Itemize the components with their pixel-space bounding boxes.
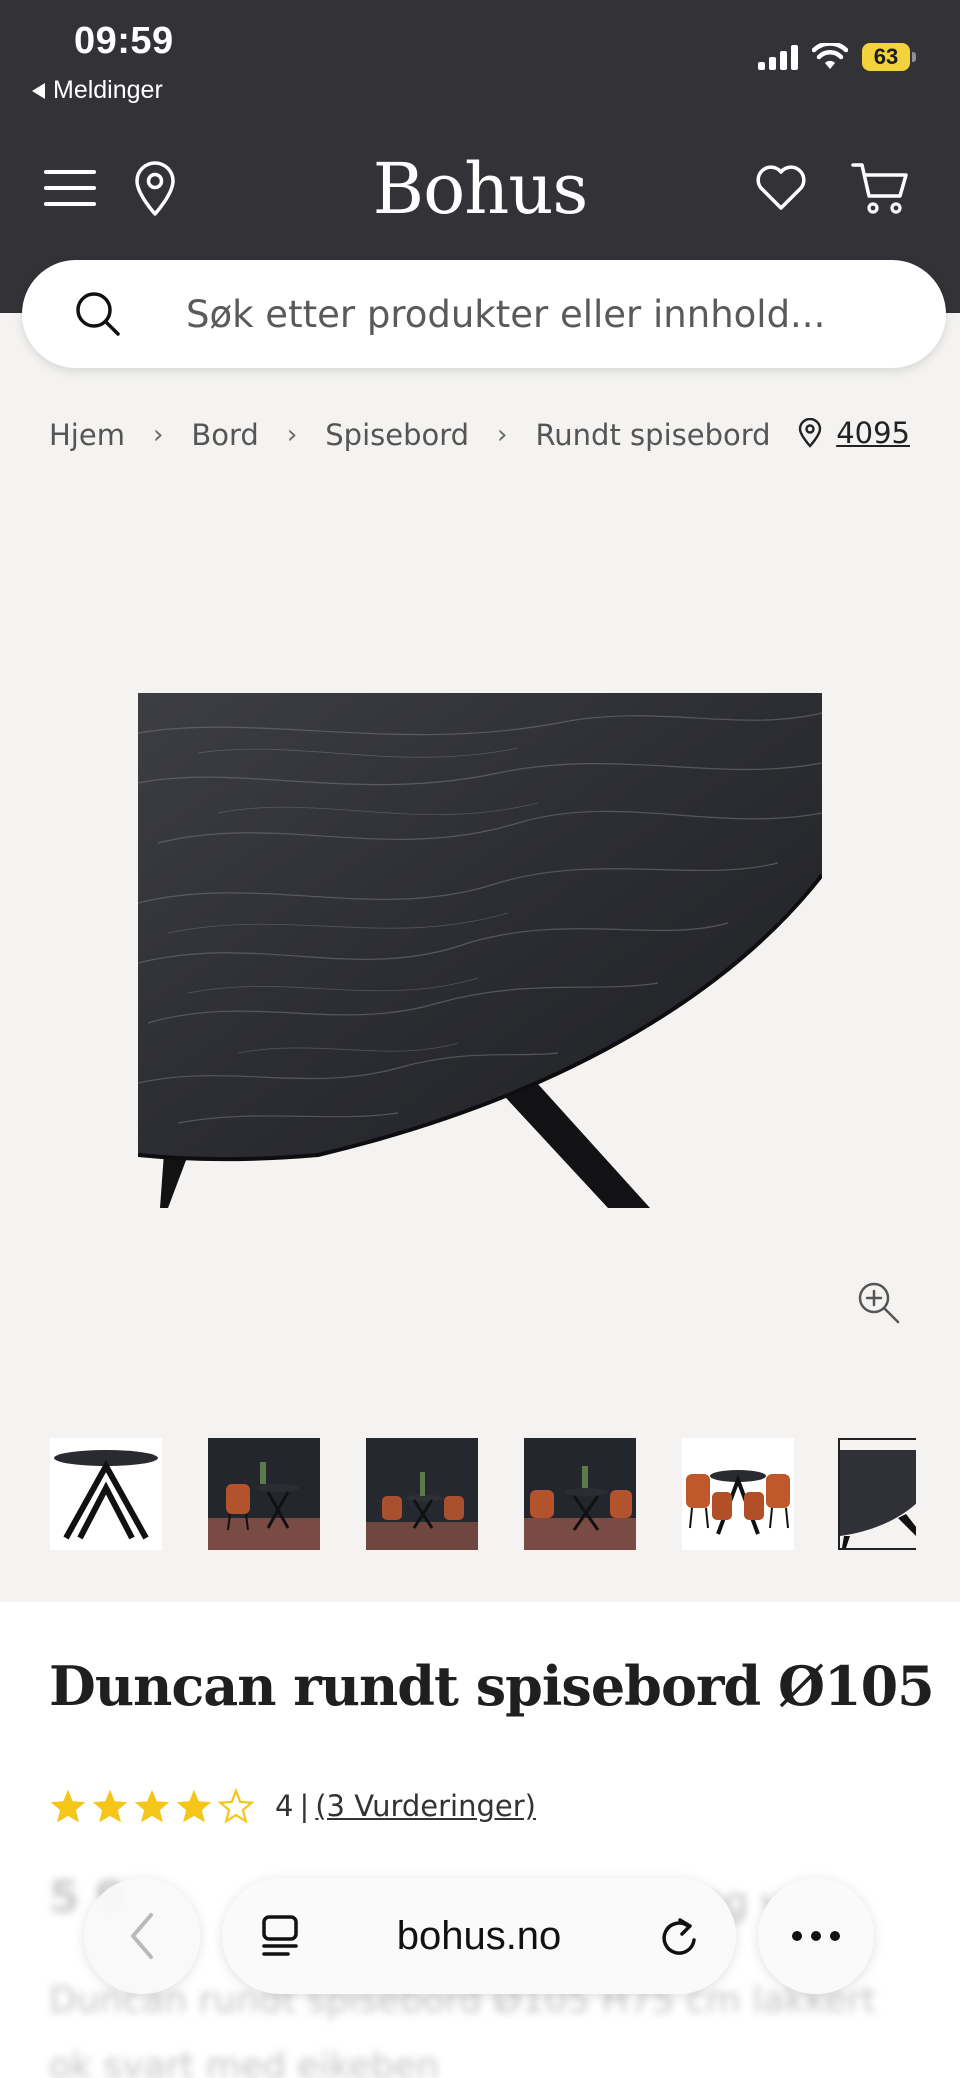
star-filled-icon — [50, 1789, 86, 1823]
location-pin-icon — [798, 418, 822, 448]
star-empty-icon — [217, 1788, 255, 1824]
wishlist-heart-icon[interactable] — [754, 162, 808, 212]
dot-icon — [811, 1931, 821, 1941]
wifi-icon — [812, 43, 848, 69]
dot-icon — [830, 1931, 840, 1941]
product-main-image[interactable] — [138, 693, 822, 1208]
thumbnail-2[interactable] — [208, 1438, 320, 1550]
back-triangle-icon — [32, 82, 45, 99]
breadcrumb: Hjem › Bord › Spisebord › Rundt spisebor… — [49, 418, 771, 452]
search-input[interactable] — [186, 284, 886, 344]
chevron-right-icon: › — [497, 420, 508, 450]
thumbnail-6-active[interactable] — [838, 1438, 916, 1550]
product-title: Duncan rundt spisebord Ø105 — [49, 1654, 935, 1718]
product-info: Duncan rundt spisebord Ø105 4 | (3 Vurde… — [0, 1602, 960, 2078]
breadcrumb-item-home[interactable]: Hjem — [49, 418, 125, 452]
battery-level: 63 — [862, 43, 910, 71]
star-filled-icon — [134, 1789, 170, 1823]
store-number[interactable]: 4095 — [836, 416, 910, 450]
cellular-signal-icon — [758, 44, 798, 70]
breadcrumb-item-spisebord[interactable]: Spisebord — [325, 418, 469, 452]
dot-icon — [792, 1931, 802, 1941]
browser-back-button[interactable] — [84, 1878, 200, 1994]
thumbnail-strip — [50, 1438, 916, 1550]
chevron-left-icon — [131, 1913, 153, 1959]
back-to-app-link[interactable]: Meldinger — [32, 76, 163, 105]
thumbnail-4[interactable] — [524, 1438, 636, 1550]
thumbnail-5[interactable] — [682, 1438, 794, 1550]
search-bar[interactable] — [22, 260, 946, 368]
battery-icon: 63 — [862, 43, 916, 71]
chevron-right-icon: › — [286, 420, 298, 450]
bohus-logo[interactable]: Bohus — [0, 148, 960, 230]
more-options-button[interactable] — [758, 1878, 874, 1994]
store-selector[interactable]: 4095 — [798, 416, 910, 450]
browser-address-bar[interactable]: bohus.no — [222, 1878, 736, 1994]
back-to-app-label: Meldinger — [53, 76, 163, 104]
star-filled-icon — [176, 1789, 212, 1823]
status-icons: 63 — [758, 43, 916, 71]
reviews-link[interactable]: (3 Vurderinger) — [315, 1789, 536, 1823]
breadcrumb-item-bord[interactable]: Bord — [191, 418, 258, 452]
shopping-cart-icon[interactable] — [850, 160, 910, 216]
breadcrumb-item-rundt-spisebord[interactable]: Rundt spisebord — [535, 418, 770, 452]
rating-value: 4 — [275, 1789, 294, 1823]
search-icon — [76, 292, 120, 336]
product-rating: 4 | (3 Vurderinger) — [49, 1788, 536, 1824]
chevron-right-icon: › — [152, 420, 164, 450]
rating-separator: | — [299, 1789, 310, 1823]
reload-icon[interactable] — [658, 1914, 700, 1958]
status-time: 09:59 — [74, 20, 174, 62]
star-filled-icon — [92, 1789, 128, 1823]
rating-stars — [49, 1788, 255, 1824]
thumbnail-3[interactable] — [366, 1438, 478, 1550]
zoom-in-icon[interactable] — [856, 1280, 902, 1326]
product-description-line: ok svart med eikeben — [49, 2046, 439, 2078]
thumbnail-1[interactable] — [50, 1438, 162, 1550]
